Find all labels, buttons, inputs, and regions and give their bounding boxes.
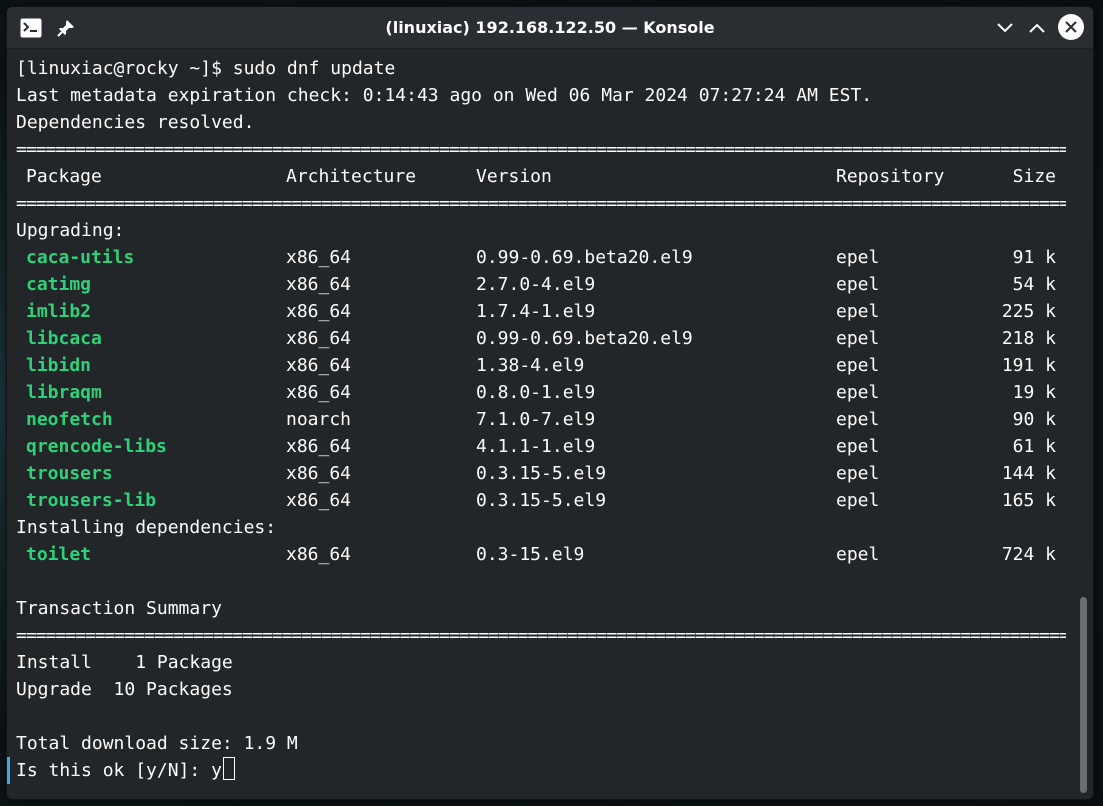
package-version: 0.3.15-5.el9 [476, 490, 607, 511]
header-size: Size [1012, 166, 1056, 187]
header-package: Package [26, 166, 102, 187]
minimize-button[interactable] [993, 16, 1017, 40]
package-version: 7.1.0-7.el9 [476, 409, 596, 430]
package-repo: epel [836, 301, 880, 322]
package-name: libidn [26, 355, 92, 376]
package-name: toilet [26, 544, 92, 565]
package-name: imlib2 [26, 301, 92, 322]
package-repo: epel [836, 544, 880, 565]
package-repo: epel [836, 274, 880, 295]
package-name: catimg [26, 274, 92, 295]
pin-icon[interactable] [54, 16, 78, 40]
package-name: trousers [26, 463, 113, 484]
install-count-line: Install 1 Package [16, 652, 233, 673]
title-bar[interactable]: (linuxiac) 192.168.122.50 — Konsole [7, 7, 1093, 49]
package-repo: epel [836, 355, 880, 376]
package-size: 90 k [1012, 409, 1056, 430]
installing-dependencies-label: Installing dependencies: [16, 517, 277, 538]
dependencies-line: Dependencies resolved. [16, 112, 255, 133]
package-size: 191 k [1001, 355, 1056, 376]
package-size: 54 k [1012, 274, 1056, 295]
package-repo: epel [836, 409, 880, 430]
package-size: 165 k [1001, 490, 1056, 511]
package-version: 1.7.4-1.el9 [476, 301, 596, 322]
package-size: 218 k [1001, 328, 1056, 349]
window-title: (linuxiac) 192.168.122.50 — Konsole [385, 18, 715, 37]
package-version: 1.38-4.el9 [476, 355, 585, 376]
package-arch: x86_64 [286, 274, 352, 295]
package-repo: epel [836, 436, 880, 457]
prompt-line: [linuxiac@rocky ~]$ sudo dnf update [16, 58, 396, 79]
package-version: 0.8.0-1.el9 [476, 382, 596, 403]
download-size-line: Total download size: 1.9 M [16, 733, 298, 754]
package-arch: x86_64 [286, 382, 352, 403]
package-arch: noarch [286, 409, 352, 430]
chevron-down-icon [997, 23, 1013, 33]
package-arch: x86_64 [286, 247, 352, 268]
package-version: 0.3.15-5.el9 [476, 463, 607, 484]
vertical-scrollbar[interactable] [1075, 49, 1093, 799]
package-repo: epel [836, 463, 880, 484]
package-arch: x86_64 [286, 436, 352, 457]
metadata-line: Last metadata expiration check: 0:14:43 … [16, 85, 873, 106]
package-name: caca-utils [26, 247, 135, 268]
separator: ========================================… [16, 625, 1066, 646]
package-repo: epel [836, 490, 880, 511]
package-repo: epel [836, 382, 880, 403]
package-arch: x86_64 [286, 328, 352, 349]
package-repo: epel [836, 247, 880, 268]
package-size: 61 k [1012, 436, 1056, 457]
confirm-prompt-text: Is this ok [y/N]: y [16, 760, 222, 781]
package-version: 4.1.1-1.el9 [476, 436, 596, 457]
package-size: 91 k [1012, 247, 1056, 268]
close-icon [1065, 21, 1077, 33]
package-size: 144 k [1001, 463, 1056, 484]
header-version: Version [476, 166, 552, 187]
terminal-app-icon[interactable] [19, 16, 43, 40]
chevron-up-icon [1029, 23, 1045, 33]
package-version: 0.99-0.69.beta20.el9 [476, 247, 693, 268]
package-name: neofetch [26, 409, 113, 430]
upgrading-label: Upgrading: [16, 220, 125, 241]
active-line-marker [7, 757, 10, 784]
package-arch: x86_64 [286, 463, 352, 484]
package-size: 19 k [1012, 382, 1056, 403]
package-arch: x86_64 [286, 355, 352, 376]
package-version: 0.3-15.el9 [476, 544, 585, 565]
header-architecture: Architecture [286, 166, 417, 187]
package-size: 724 k [1001, 544, 1056, 565]
transaction-summary-label: Transaction Summary [16, 598, 222, 619]
package-version: 0.99-0.69.beta20.el9 [476, 328, 693, 349]
maximize-button[interactable] [1025, 16, 1049, 40]
confirm-prompt-line[interactable]: Is this ok [y/N]: y [16, 757, 235, 784]
konsole-window: (linuxiac) 192.168.122.50 — Konsole [lin… [6, 6, 1094, 800]
terminal-output[interactable]: [linuxiac@rocky ~]$ sudo dnf update Last… [7, 49, 1073, 799]
package-size: 225 k [1001, 301, 1056, 322]
separator: ========================================… [16, 139, 1066, 160]
package-arch: x86_64 [286, 544, 352, 565]
package-arch: x86_64 [286, 490, 352, 511]
close-button[interactable] [1058, 14, 1084, 40]
text-cursor [222, 757, 235, 780]
package-repo: epel [836, 328, 880, 349]
package-name: libcaca [26, 328, 102, 349]
package-name: libraqm [26, 382, 102, 403]
package-arch: x86_64 [286, 301, 352, 322]
package-name: trousers-lib [26, 490, 157, 511]
scrollbar-thumb[interactable] [1080, 597, 1087, 793]
package-version: 2.7.0-4.el9 [476, 274, 596, 295]
separator: ========================================… [16, 193, 1066, 214]
package-name: qrencode-libs [26, 436, 167, 457]
upgrade-count-line: Upgrade 10 Packages [16, 679, 233, 700]
